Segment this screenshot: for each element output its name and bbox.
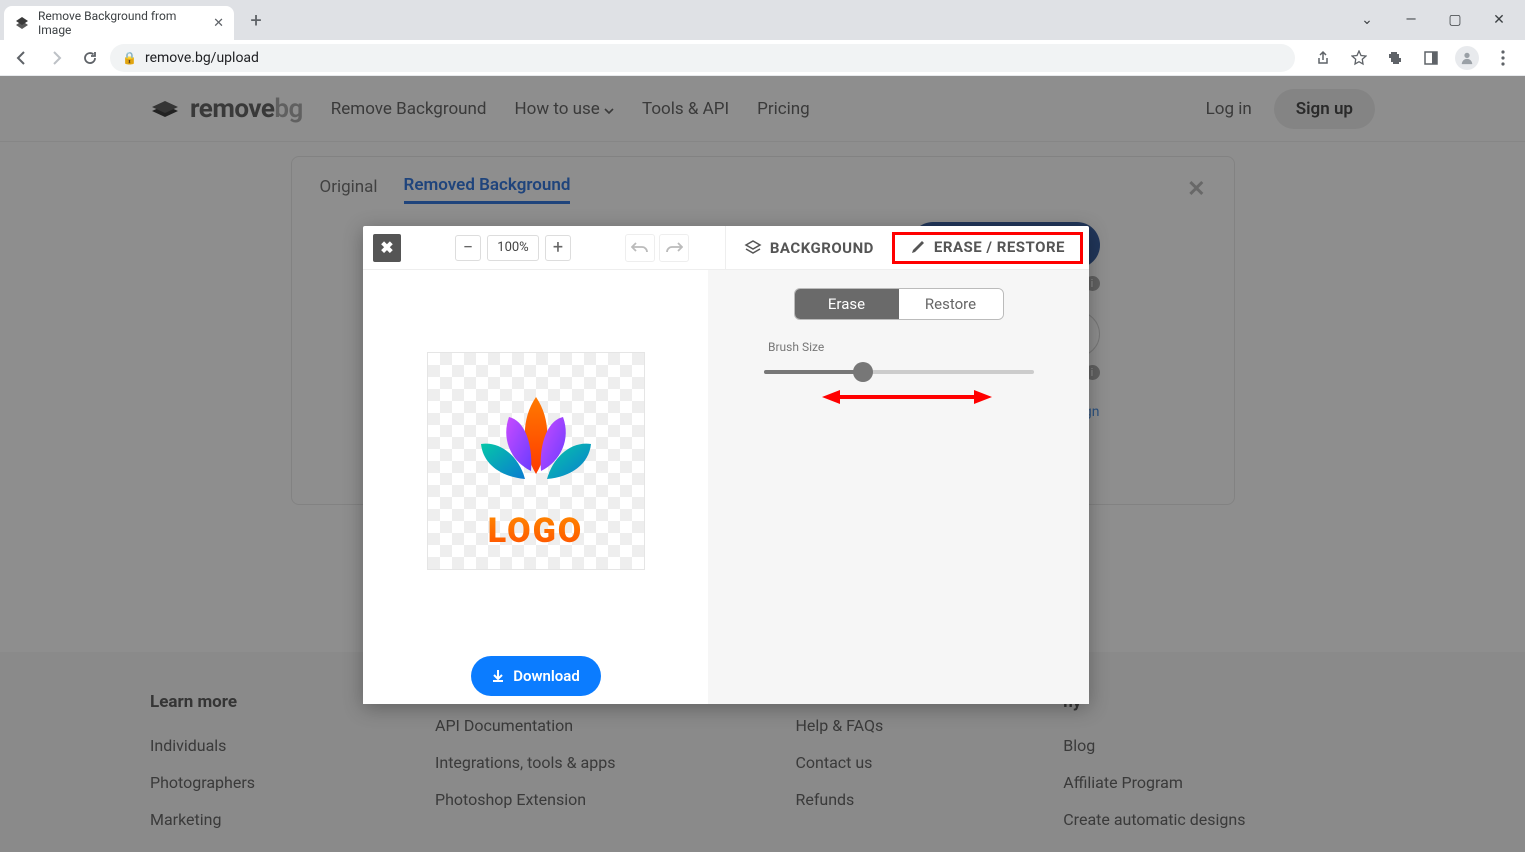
- undo-button[interactable]: [625, 234, 655, 262]
- zoom-controls: − +: [455, 235, 571, 261]
- window-controls: ⌄ — ▢ ✕: [1355, 12, 1521, 28]
- sidepanel-icon[interactable]: [1417, 44, 1445, 72]
- tab-title: Remove Background from Image: [38, 9, 205, 37]
- transparent-canvas[interactable]: LOGO: [427, 352, 645, 570]
- share-icon[interactable]: [1309, 44, 1337, 72]
- new-tab-button[interactable]: +: [242, 6, 270, 34]
- canvas-pane: LOGO Download: [363, 270, 708, 704]
- back-button[interactable]: [8, 44, 36, 72]
- erase-restore-toggle: Erase Restore: [794, 288, 1004, 320]
- segment-erase[interactable]: Erase: [795, 289, 899, 319]
- close-window-icon[interactable]: ✕: [1487, 12, 1511, 28]
- reload-button[interactable]: [76, 44, 104, 72]
- annotation-arrow: [822, 387, 992, 407]
- minimize-icon[interactable]: —: [1399, 12, 1423, 28]
- brush-icon: [910, 239, 926, 255]
- extensions-icon[interactable]: [1381, 44, 1409, 72]
- mode-tab-background[interactable]: BACKGROUND: [725, 226, 892, 269]
- maximize-icon[interactable]: ▢: [1443, 12, 1467, 28]
- tools-pane: Erase Restore Brush Size: [708, 270, 1089, 704]
- brush-size-slider[interactable]: [764, 360, 1034, 384]
- kebab-menu-icon[interactable]: [1489, 44, 1517, 72]
- download-label: Download: [513, 667, 580, 685]
- tab-close-icon[interactable]: ✕: [213, 16, 224, 31]
- mode-label: ERASE / RESTORE: [934, 238, 1065, 256]
- url-text: remove.bg/upload: [145, 50, 259, 66]
- url-field[interactable]: 🔒 remove.bg/upload: [110, 44, 1295, 72]
- active-tab[interactable]: Remove Background from Image ✕: [4, 6, 234, 40]
- star-icon[interactable]: [1345, 44, 1373, 72]
- zoom-in-button[interactable]: +: [545, 235, 571, 261]
- chevron-down-icon[interactable]: ⌄: [1355, 12, 1379, 28]
- logo-word: LOGO: [488, 511, 584, 551]
- forward-button[interactable]: [42, 44, 70, 72]
- layers-icon: [744, 239, 762, 257]
- zoom-input[interactable]: [487, 235, 539, 261]
- address-bar: 🔒 remove.bg/upload: [0, 40, 1525, 76]
- redo-button[interactable]: [659, 234, 689, 262]
- download-icon: [491, 669, 505, 683]
- brush-size-label: Brush Size: [768, 340, 1067, 354]
- profile-avatar[interactable]: [1453, 44, 1481, 72]
- slider-fill: [764, 370, 859, 374]
- mode-label: BACKGROUND: [770, 239, 874, 257]
- browser-tab-strip: Remove Background from Image ✕ + ⌄ — ▢ ✕: [0, 0, 1525, 40]
- download-button[interactable]: Download: [471, 656, 601, 696]
- mode-tab-erase-restore[interactable]: ERASE / RESTORE: [892, 232, 1083, 264]
- sample-image: [461, 389, 611, 489]
- zoom-out-button[interactable]: −: [455, 235, 481, 261]
- editor-modal: ✖ − + BACKGROUND ERASE / RESTORE: [363, 226, 1089, 704]
- slider-thumb[interactable]: [853, 362, 873, 382]
- lock-icon: 🔒: [122, 51, 137, 65]
- editor-toolbar: ✖ − + BACKGROUND ERASE / RESTORE: [363, 226, 1089, 270]
- history-controls: [625, 234, 689, 262]
- segment-restore[interactable]: Restore: [899, 289, 1003, 319]
- favicon-icon: [14, 15, 30, 31]
- editor-close-button[interactable]: ✖: [373, 234, 401, 262]
